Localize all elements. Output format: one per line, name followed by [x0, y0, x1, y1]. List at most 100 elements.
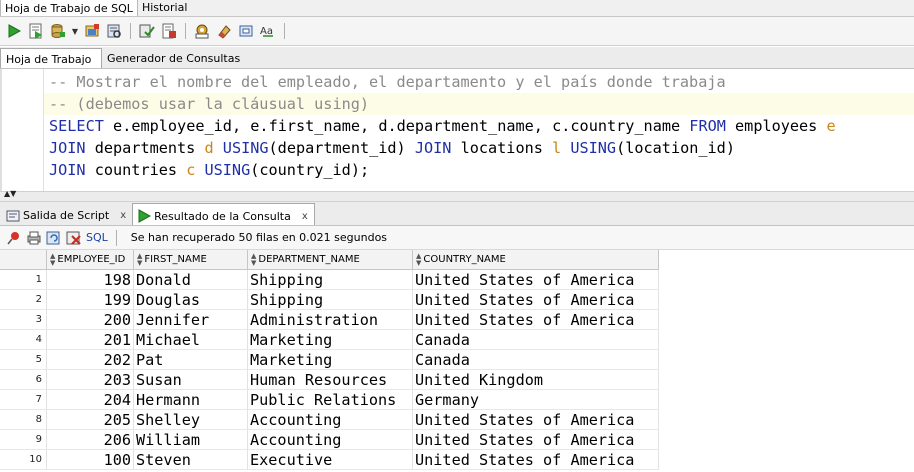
sort-icon[interactable]: ▲ ▼ — [416, 253, 421, 267]
cell-country-name[interactable]: United States of America — [413, 410, 659, 430]
column-header-country-name[interactable]: ▲ ▼ COUNTRY_NAME — [413, 250, 659, 270]
table-row[interactable]: 7 204 Hermann Public Relations Germany — [0, 390, 659, 410]
tab-query-builder[interactable]: Generador de Consultas — [102, 48, 246, 68]
cell-country-name[interactable]: United Kingdom — [413, 370, 659, 390]
close-icon[interactable]: x — [120, 210, 126, 221]
cell-department-name[interactable]: Shipping — [248, 270, 413, 290]
table-row[interactable]: 6 203 Susan Human Resources United Kingdom — [0, 370, 659, 390]
cell-department-name[interactable]: Accounting — [248, 430, 413, 450]
table-row[interactable]: 4 201 Michael Marketing Canada — [0, 330, 659, 350]
cell-department-name[interactable]: Public Relations — [248, 390, 413, 410]
cell-employee-id[interactable]: 203 — [47, 370, 134, 390]
code-line-3[interactable]: SELECT e.employee_id, e.first_name, d.de… — [49, 115, 836, 137]
cell-first-name[interactable]: Shelley — [134, 410, 248, 430]
refresh-icon[interactable] — [236, 21, 256, 41]
autotrace-icon[interactable] — [104, 21, 124, 41]
run-statement-icon[interactable] — [4, 21, 24, 41]
tab-script-output[interactable]: Salida de Script x — [2, 203, 132, 225]
cell-first-name[interactable]: Hermann — [134, 390, 248, 410]
top-tab-strip: Hoja de Trabajo de SQL Historial — [0, 0, 914, 17]
cell-employee-id[interactable]: 201 — [47, 330, 134, 350]
cell-employee-id[interactable]: 199 — [47, 290, 134, 310]
clear-icon[interactable] — [159, 21, 179, 41]
pin-icon[interactable] — [6, 230, 22, 246]
commit-icon[interactable] — [48, 21, 68, 41]
run-script-icon[interactable] — [26, 21, 46, 41]
eraser-icon[interactable] — [214, 21, 234, 41]
sort-icon[interactable]: ▲ ▼ — [50, 253, 55, 267]
cell-department-name[interactable]: Marketing — [248, 350, 413, 370]
query-result-icon — [138, 209, 152, 223]
tab-worksheet[interactable]: Hoja de Trabajo — [0, 48, 102, 68]
cell-department-name[interactable]: Accounting — [248, 410, 413, 430]
cell-first-name[interactable]: Michael — [134, 330, 248, 350]
sort-icon[interactable]: ▲ ▼ — [251, 253, 256, 267]
code-line-4[interactable]: JOIN departments d USING(department_id) … — [49, 137, 735, 159]
pane-splitter[interactable]: ▲▼ — [0, 190, 914, 202]
cell-department-name[interactable]: Administration — [248, 310, 413, 330]
code-line-1[interactable]: -- Mostrar el nombre del empleado, el de… — [49, 71, 726, 93]
cell-employee-id[interactable]: 205 — [47, 410, 134, 430]
cell-first-name[interactable]: Jennifer — [134, 310, 248, 330]
table-row[interactable]: 3 200 Jennifer Administration United States … — [0, 310, 659, 330]
cell-country-name[interactable]: United States of America — [413, 310, 659, 330]
cell-department-name[interactable]: Human Resources — [248, 370, 413, 390]
print-icon[interactable] — [26, 230, 42, 246]
column-header-department-name[interactable]: ▲ ▼ DEPARTMENT_NAME — [248, 250, 413, 270]
cell-employee-id[interactable]: 204 — [47, 390, 134, 410]
cell-first-name[interactable]: Susan — [134, 370, 248, 390]
cell-first-name[interactable]: Steven — [134, 450, 248, 470]
sql-link[interactable]: SQL — [86, 231, 108, 244]
sql-tuning-icon[interactable] — [192, 21, 212, 41]
case-icon[interactable]: Aa — [258, 21, 278, 41]
table-row[interactable]: 5 202 Pat Marketing Canada — [0, 350, 659, 370]
table-row[interactable]: 2 199 Douglas Shipping United States of Amer… — [0, 290, 659, 310]
cell-employee-id[interactable]: 198 — [47, 270, 134, 290]
code-line-2[interactable]: -- (debemos usar la cláusual using) — [49, 93, 369, 115]
tab-sql-worksheet[interactable]: Hoja de Trabajo de SQL — [0, 0, 138, 16]
toolbar-separator — [115, 229, 117, 246]
cell-department-name[interactable]: Marketing — [248, 330, 413, 350]
close-icon[interactable]: x — [302, 211, 308, 222]
cell-first-name[interactable]: William — [134, 430, 248, 450]
explain-plan-icon[interactable] — [137, 21, 157, 41]
column-header-first-name[interactable]: ▲ ▼ FIRST_NAME — [134, 250, 248, 270]
sql-editor[interactable]: -- Mostrar el nombre del empleado, el de… — [0, 69, 914, 191]
tab-history[interactable]: Historial — [138, 0, 191, 16]
table-row[interactable]: 9 206 William Accounting United States of Am… — [0, 430, 659, 450]
cell-employee-id[interactable]: 202 — [47, 350, 134, 370]
tab-query-result[interactable]: Resultado de la Consulta x — [132, 203, 315, 225]
row-number: 10 — [0, 450, 47, 470]
cell-first-name[interactable]: Donald — [134, 270, 248, 290]
splitter-arrows-icon[interactable]: ▲▼ — [4, 190, 16, 198]
cancel-query-icon[interactable] — [66, 230, 82, 246]
cell-first-name[interactable]: Douglas — [134, 290, 248, 310]
cell-country-name[interactable]: Canada — [413, 350, 659, 370]
grid-body: 1 198 Donald Shipping United States of Ameri… — [0, 270, 659, 470]
cell-employee-id[interactable]: 100 — [47, 450, 134, 470]
cell-employee-id[interactable]: 206 — [47, 430, 134, 450]
table-row[interactable]: 1 198 Donald Shipping United States of Ameri… — [0, 270, 659, 290]
cell-country-name[interactable]: United States of America — [413, 270, 659, 290]
result-status: Se han recuperado 50 filas en 0.021 segu… — [130, 231, 388, 244]
cell-country-name[interactable]: Canada — [413, 330, 659, 350]
cell-department-name[interactable]: Shipping — [248, 290, 413, 310]
toolbar-separator — [284, 23, 285, 39]
cell-country-name[interactable]: United States of America — [413, 290, 659, 310]
code-line-5[interactable]: JOIN countries c USING(country_id); — [49, 159, 369, 181]
cell-first-name[interactable]: Pat — [134, 350, 248, 370]
worksheet-subtabs: Hoja de Trabajo Generador de Consultas — [0, 47, 914, 69]
chevron-down-icon[interactable]: ▼ — [70, 27, 80, 36]
table-row[interactable]: 10 100 Steven Executive United States of Ame… — [0, 450, 659, 470]
column-header-employee-id[interactable]: ▲ ▼ EMPLOYEE_ID — [47, 250, 134, 270]
table-row[interactable]: 8 205 Shelley Accounting United States of Am… — [0, 410, 659, 430]
cell-department-name[interactable]: Executive — [248, 450, 413, 470]
rollback-icon[interactable] — [82, 21, 102, 41]
cell-employee-id[interactable]: 200 — [47, 310, 134, 330]
cell-country-name[interactable]: United States of America — [413, 450, 659, 470]
sort-icon[interactable]: ▲ ▼ — [137, 253, 142, 267]
cell-country-name[interactable]: United States of America — [413, 430, 659, 450]
refresh-icon[interactable] — [46, 230, 62, 246]
cell-country-name[interactable]: Germany — [413, 390, 659, 410]
editor-gutter — [4, 69, 44, 191]
